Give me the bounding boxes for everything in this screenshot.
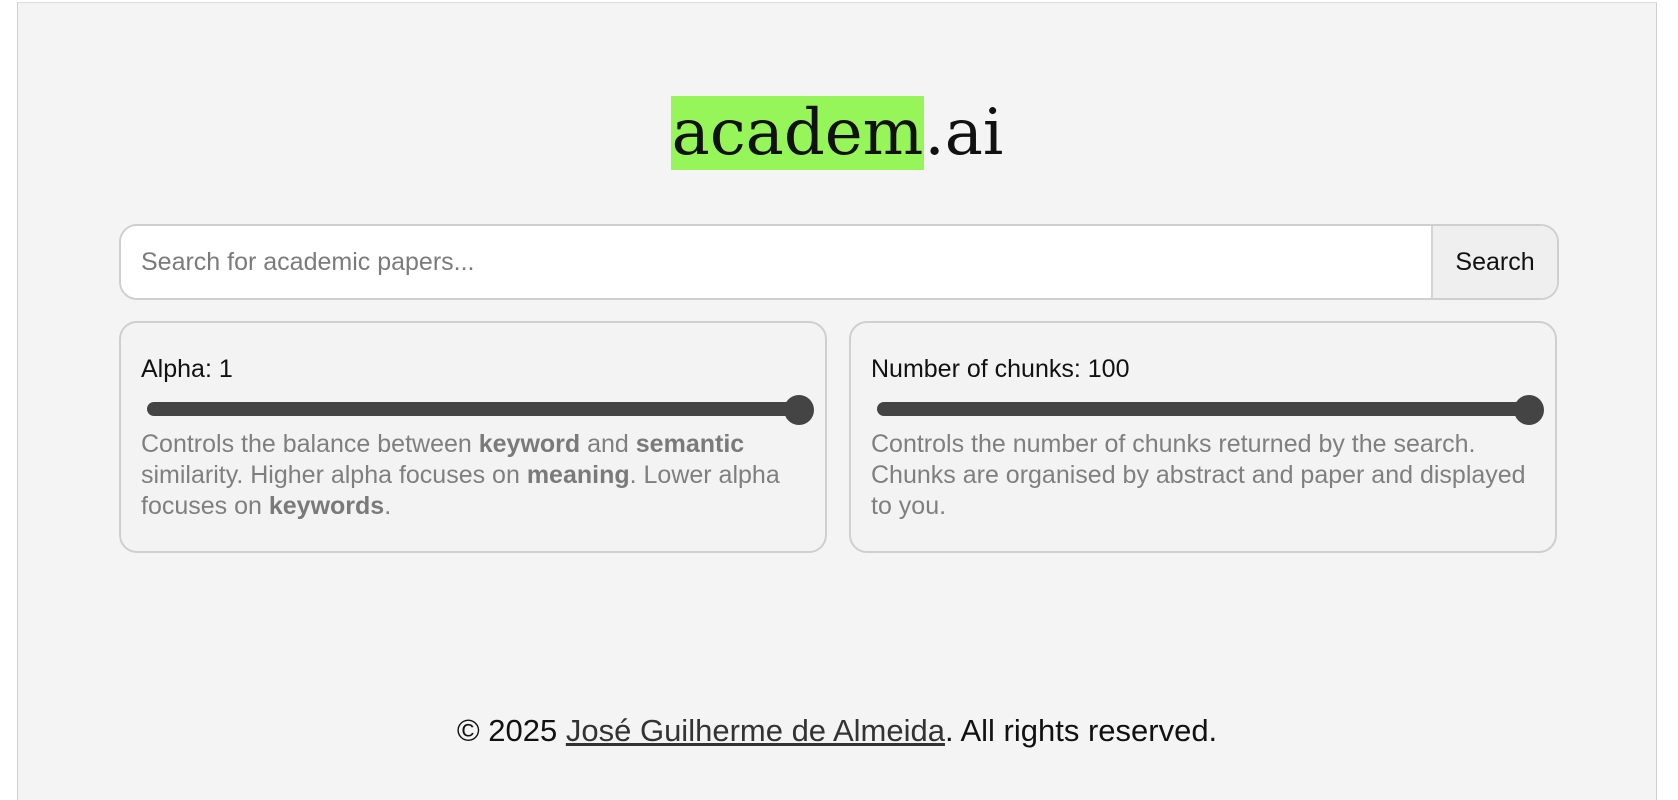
footer-prefix: © 2025 — [456, 713, 566, 748]
page-container: academ.ai Search Alpha: 1 Controls the b… — [17, 2, 1657, 800]
desc-bold: keyword — [478, 430, 581, 458]
chunks-card: Number of chunks: 100 Controls the numbe… — [849, 321, 1557, 553]
desc-text: and — [580, 430, 636, 458]
search-bar: Search — [119, 224, 1559, 300]
footer-suffix: . All rights reserved. — [944, 713, 1218, 748]
chunks-label: Number of chunks: 100 — [871, 355, 1130, 383]
desc-bold: meaning — [526, 461, 630, 489]
chunks-description: Controls the number of chunks returned b… — [871, 430, 1526, 520]
search-button[interactable]: Search — [1431, 226, 1557, 298]
chunks-slider-thumb[interactable] — [1514, 395, 1544, 425]
alpha-label: Alpha: 1 — [141, 355, 233, 383]
site-logo: academ.ai — [18, 81, 1656, 185]
logo-highlight: academ — [670, 96, 925, 170]
alpha-description: Controls the balance between keyword and… — [141, 429, 805, 522]
footer: © 2025 José Guilherme de Almeida. All ri… — [18, 713, 1656, 749]
alpha-slider-thumb[interactable] — [784, 395, 814, 425]
desc-text: . — [384, 492, 392, 520]
chunks-slider-track[interactable] — [877, 402, 1529, 416]
author-link[interactable]: José Guilherme de Almeida — [566, 713, 945, 748]
desc-text: Controls the balance between — [141, 430, 479, 458]
logo-suffix: .ai — [924, 96, 1004, 170]
alpha-slider-track[interactable] — [147, 402, 799, 416]
desc-text: similarity. Higher alpha focuses on — [141, 461, 527, 489]
alpha-card: Alpha: 1 Controls the balance between ke… — [119, 321, 827, 553]
desc-bold: keywords — [268, 492, 385, 520]
search-input[interactable] — [121, 226, 1431, 298]
desc-bold: semantic — [635, 430, 745, 458]
